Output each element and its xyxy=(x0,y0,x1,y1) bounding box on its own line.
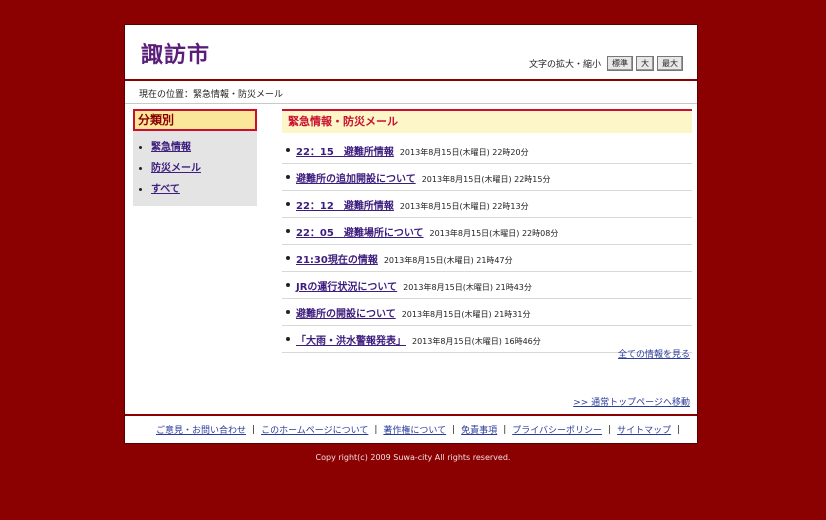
main-title: 緊急情報・防災メール xyxy=(282,109,692,133)
list-item: 22：12 避難所情報 2013年8月15日(木曜日) 22時13分 xyxy=(282,191,692,218)
list-item: 22：15 避難所情報 2013年8月15日(木曜日) 22時20分 xyxy=(282,137,692,164)
news-link[interactable]: 22：15 避難所情報 xyxy=(296,147,394,158)
news-date: 2013年8月15日(木曜日) 21時31分 xyxy=(401,310,531,319)
news-link[interactable]: 21:30現在の情報 xyxy=(296,255,378,266)
main-content: 緊急情報・防災メール 22：15 避難所情報 2013年8月15日(木曜日) 22… xyxy=(282,109,692,353)
news-date: 2013年8月15日(木曜日) 21時47分 xyxy=(383,256,513,265)
list-item: 22：05 避難場所について 2013年8月15日(木曜日) 22時08分 xyxy=(282,218,692,245)
news-link[interactable]: 22：12 避難所情報 xyxy=(296,201,394,212)
footer-links: ご意見・お問い合わせ | このホームページについて | 著作権について | 免責… xyxy=(125,414,697,443)
news-link[interactable]: 避難所の開設について xyxy=(296,309,396,320)
news-list: 22：15 避難所情報 2013年8月15日(木曜日) 22時20分 避難所の追加… xyxy=(282,137,692,353)
footer-link-disclaimer[interactable]: 免責事項 xyxy=(461,423,497,436)
header: 諏訪市 文字の拡大・縮小 標準 大 最大 xyxy=(125,25,697,81)
footer-link-contact[interactable]: ご意見・お問い合わせ xyxy=(156,423,246,436)
footer-link-copyright[interactable]: 著作権について xyxy=(383,423,446,436)
font-largest-button[interactable]: 最大 xyxy=(657,56,683,71)
list-item: JRの運行状況について 2013年8月15日(木曜日) 21時43分 xyxy=(282,272,692,299)
news-date: 2013年8月15日(木曜日) 22時08分 xyxy=(429,229,559,238)
news-date: 2013年8月15日(木曜日) 22時15分 xyxy=(421,175,551,184)
news-date: 2013年8月15日(木曜日) 22時13分 xyxy=(399,202,529,211)
copyright: Copy right(c) 2009 Suwa-city All rights … xyxy=(315,453,511,462)
font-standard-button[interactable]: 標準 xyxy=(607,56,633,71)
breadcrumb: 現在の位置：緊急情報・防災メール xyxy=(139,90,284,100)
sidebar-item-disaster-mail: 防災メール xyxy=(151,158,257,179)
footer-separator: | xyxy=(252,424,256,435)
footer-link-sitemap[interactable]: サイトマップ xyxy=(617,423,671,436)
sidebar-item-emergency: 緊急情報 xyxy=(151,137,257,158)
sidebar-title: 分類別 xyxy=(133,109,257,131)
breadcrumb-divider xyxy=(125,103,697,104)
normal-top-page-link[interactable]: >> 通常トップページへ移動 xyxy=(573,395,690,408)
news-link[interactable]: 22：05 避難場所について xyxy=(296,228,424,239)
see-all-link[interactable]: 全ての情報を見る xyxy=(618,347,690,360)
news-date: 2013年8月15日(木曜日) 16時46分 xyxy=(412,337,541,346)
footer-link-about[interactable]: このホームページについて xyxy=(261,423,368,436)
page-container: 諏訪市 文字の拡大・縮小 標準 大 最大 現在の位置：緊急情報・防災メール 分類… xyxy=(124,24,698,444)
sidebar-link-disaster-mail[interactable]: 防災メール xyxy=(151,163,201,174)
font-size-label: 文字の拡大・縮小 xyxy=(528,60,601,70)
font-size-controls: 文字の拡大・縮小 標準 大 最大 xyxy=(529,56,683,71)
list-item: 避難所の開設について 2013年8月15日(木曜日) 21時31分 xyxy=(282,299,692,326)
list-item: 21:30現在の情報 2013年8月15日(木曜日) 21時47分 xyxy=(282,245,692,272)
font-large-button[interactable]: 大 xyxy=(636,56,654,71)
footer-separator: | xyxy=(503,424,507,435)
sidebar-link-all[interactable]: すべて xyxy=(151,184,180,195)
sidebar: 分類別 緊急情報 防災メール すべて xyxy=(133,109,257,206)
news-link[interactable]: JRの運行状況について xyxy=(296,282,397,293)
footer-separator: | xyxy=(452,424,456,435)
news-link[interactable]: 「大雨・洪水警報発表」 xyxy=(296,336,406,347)
footer-separator: | xyxy=(374,424,378,435)
site-logo[interactable]: 諏訪市 xyxy=(141,37,210,69)
footer-link-privacy[interactable]: プライバシーポリシー xyxy=(512,423,602,436)
sidebar-link-emergency[interactable]: 緊急情報 xyxy=(151,142,191,153)
news-date: 2013年8月15日(木曜日) 21時43分 xyxy=(403,283,532,292)
news-link[interactable]: 避難所の追加開設について xyxy=(296,174,416,185)
footer-separator: | xyxy=(677,424,681,435)
news-date: 2013年8月15日(木曜日) 22時20分 xyxy=(399,148,529,157)
sidebar-item-all: すべて xyxy=(151,179,257,200)
sidebar-list: 緊急情報 防災メール すべて xyxy=(133,137,257,200)
footer-separator: | xyxy=(608,424,612,435)
list-item: 避難所の追加開設について 2013年8月15日(木曜日) 22時15分 xyxy=(282,164,692,191)
